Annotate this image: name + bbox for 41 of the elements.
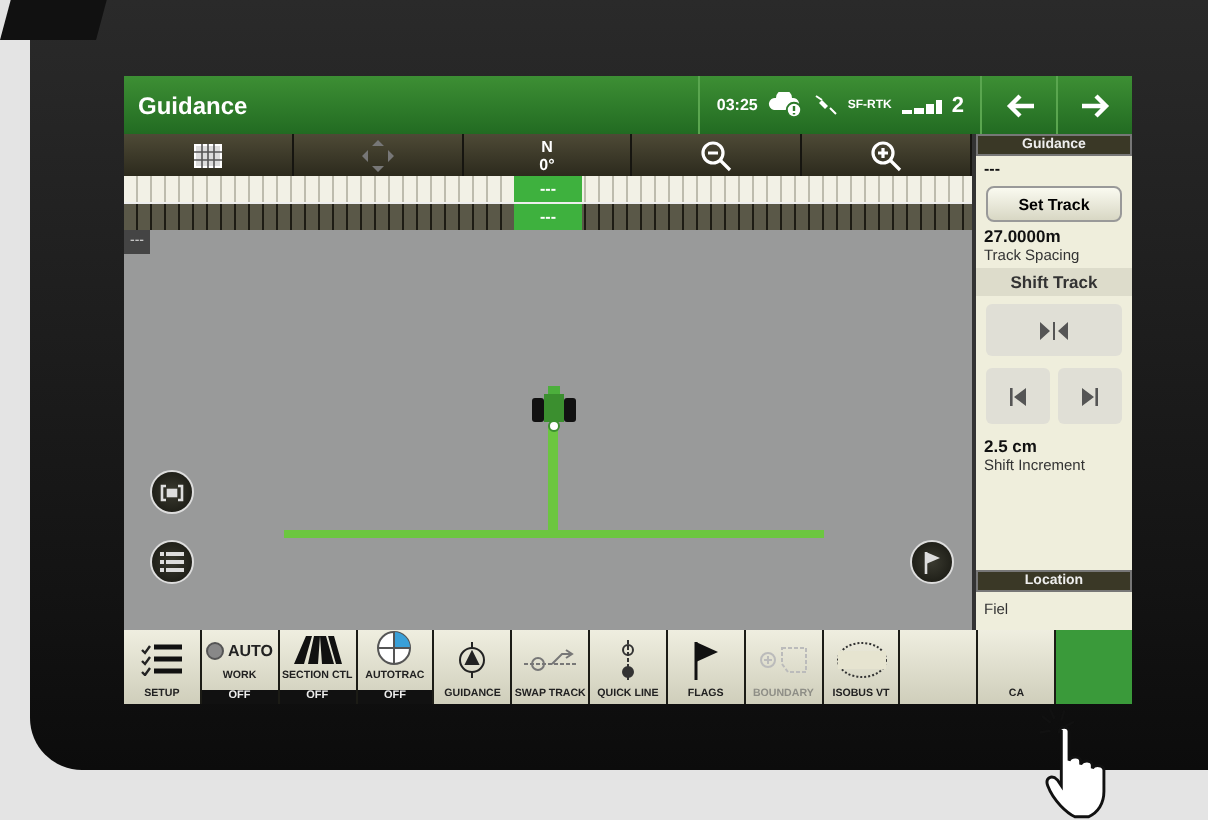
- shift-increment-value: 2.5 cm: [982, 436, 1039, 456]
- zoom-out-icon: [700, 139, 733, 171]
- shift-right-button[interactable]: [1058, 368, 1122, 424]
- steering-icon: [456, 641, 489, 677]
- sections-icon: [293, 636, 342, 664]
- right-arrow-icon: [1081, 93, 1109, 117]
- grid-icon: [193, 143, 222, 167]
- cloud-alert-icon: [767, 92, 804, 118]
- camera-view-button[interactable]: [150, 470, 194, 514]
- clock-text: 03:25: [716, 96, 758, 114]
- center-track-button[interactable]: [986, 304, 1122, 356]
- lightbar-readout: ---: [514, 176, 582, 202]
- flag-button[interactable]: [910, 540, 954, 584]
- flag-icon: [691, 639, 720, 679]
- quick-line-icon: [617, 639, 638, 679]
- checklist-icon: [139, 643, 184, 675]
- swap-track-icon: [524, 645, 577, 673]
- boundary-icon: [757, 643, 810, 675]
- lightbar-readout: ---: [514, 204, 582, 230]
- tractor-icon: [530, 386, 578, 434]
- mode-label: AUTO: [228, 641, 274, 659]
- shift-left-button[interactable]: [986, 368, 1050, 424]
- list-button[interactable]: [150, 540, 194, 584]
- track-spacing-value: 27.0000m: [982, 226, 1063, 246]
- frame-icon: [160, 483, 184, 501]
- zoom-in-icon: [870, 139, 903, 171]
- pan-arrows-icon: [361, 139, 394, 171]
- shift-track-header: Shift Track: [976, 268, 1132, 296]
- radio-icon: [206, 641, 224, 659]
- flag-icon: [922, 550, 942, 574]
- autotrac-icon: [376, 630, 413, 666]
- center-arrows-icon: [1040, 321, 1068, 339]
- signal-bars-icon: [901, 97, 942, 113]
- set-track-button[interactable]: Set Track: [986, 186, 1122, 222]
- satellite-count: 2: [951, 93, 964, 117]
- page-title: Guidance: [136, 89, 250, 123]
- shift-right-icon: [1082, 387, 1098, 405]
- track-name: ---: [982, 158, 1002, 182]
- list-icon: [160, 552, 184, 572]
- left-arrow-icon: [1005, 93, 1033, 117]
- shift-left-icon: [1010, 387, 1026, 405]
